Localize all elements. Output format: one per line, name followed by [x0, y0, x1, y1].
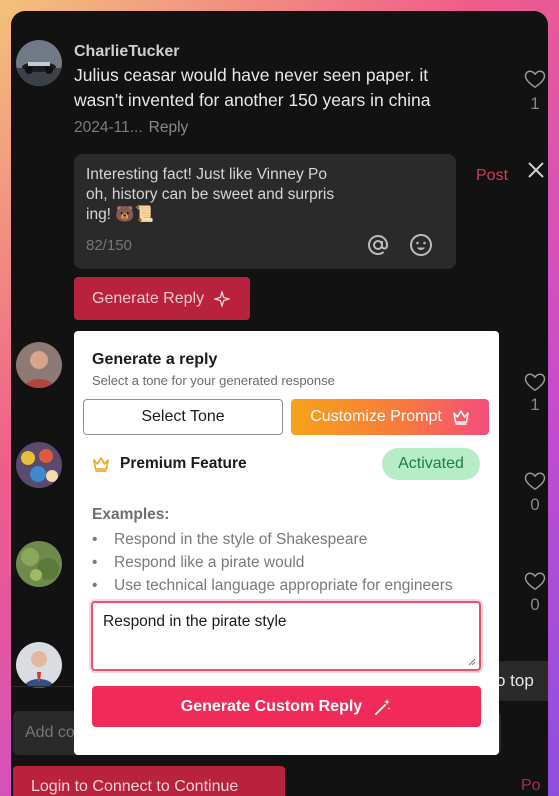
emoji-icon — [410, 234, 432, 256]
reply-line: oh, history can be sweet and surpris — [86, 186, 335, 203]
heart-icon — [524, 373, 546, 392]
reply-link[interactable]: Reply — [149, 119, 189, 137]
generate-reply-modal: Generate a reply Select a tone for your … — [74, 331, 499, 755]
comments-panel: CharlieTucker Julius ceasar would have n… — [11, 11, 548, 796]
example-text: Use technical language appropriate for e… — [114, 577, 453, 594]
example-text: Respond in the style of Shakespeare — [114, 531, 368, 548]
modal-subtitle: Select a tone for your generated respons… — [92, 373, 335, 388]
crown-icon — [453, 410, 469, 425]
magic-wand-icon — [375, 698, 391, 715]
activated-badge: Activated — [382, 448, 480, 480]
generate-custom-reply-label: Generate Custom Reply — [180, 697, 363, 715]
list-item: • Respond like a pirate would — [92, 551, 453, 574]
custom-prompt-input[interactable]: Respond in the pirate style — [91, 601, 481, 671]
sparkle-icon — [214, 290, 231, 307]
like-button[interactable] — [524, 571, 546, 596]
generate-custom-reply-button[interactable]: Generate Custom Reply — [92, 686, 481, 727]
heart-icon — [524, 572, 546, 591]
like-button[interactable] — [524, 372, 546, 397]
heart-icon — [524, 472, 546, 491]
comment-username[interactable]: CharlieTucker — [74, 43, 180, 61]
customize-prompt-button[interactable]: Customize Prompt — [291, 399, 489, 435]
emoji-button[interactable] — [409, 233, 433, 262]
avatar[interactable] — [16, 442, 62, 488]
reply-line: ing! 🐻📜 — [86, 206, 154, 223]
avatar[interactable] — [16, 541, 62, 587]
login-button[interactable]: Login to Connect to Continue — [13, 766, 285, 796]
examples-title: Examples: — [92, 506, 170, 523]
close-button[interactable] — [527, 161, 545, 184]
example-text: Respond like a pirate would — [114, 554, 305, 571]
at-icon — [368, 234, 388, 255]
like-count: 0 — [530, 595, 540, 614]
generate-reply-button[interactable]: Generate Reply — [74, 277, 250, 320]
like-button[interactable] — [524, 69, 546, 94]
like-count: 1 — [530, 94, 540, 113]
heart-icon — [524, 70, 546, 89]
select-tone-button[interactable]: Select Tone — [83, 399, 283, 435]
custom-prompt-value: Respond in the pirate style — [103, 613, 287, 630]
comment-meta: 2024-11... Reply — [74, 119, 188, 137]
reply-text[interactable]: Interesting fact! Just like Vinney Po oh… — [86, 165, 356, 225]
post-button-bottom[interactable]: Po — [521, 777, 541, 795]
generate-reply-label: Generate Reply — [92, 289, 205, 307]
like-count: 1 — [530, 395, 540, 414]
customize-prompt-label: Customize Prompt — [310, 408, 442, 425]
close-icon — [528, 162, 544, 178]
char-count: 82/150 — [86, 237, 132, 254]
reply-line: Interesting fact! Just like Vinney Po — [86, 166, 327, 183]
list-item: • Respond in the style of Shakespeare — [92, 528, 453, 551]
like-button[interactable] — [524, 471, 546, 496]
examples-list: • Respond in the style of Shakespeare • Re… — [92, 528, 453, 597]
modal-title: Generate a reply — [92, 351, 218, 368]
list-item: • Use technical language appropriate for … — [92, 574, 453, 597]
resize-grip-icon[interactable] — [468, 658, 476, 666]
comment-date: 2024-11... — [74, 119, 143, 136]
premium-feature-label: Premium Feature — [120, 455, 247, 472]
premium-feature-row: Premium Feature — [92, 455, 247, 473]
crown-icon — [93, 457, 109, 472]
avatar[interactable] — [16, 342, 62, 388]
mention-button[interactable] — [366, 233, 390, 262]
post-button[interactable]: Post — [476, 167, 508, 185]
reply-editor[interactable]: Interesting fact! Just like Vinney Po oh… — [74, 154, 456, 269]
avatar[interactable] — [16, 642, 62, 688]
avatar[interactable] — [16, 40, 62, 86]
comment-text: Julius ceasar would have never seen pape… — [74, 65, 431, 110]
like-count: 0 — [530, 495, 540, 514]
